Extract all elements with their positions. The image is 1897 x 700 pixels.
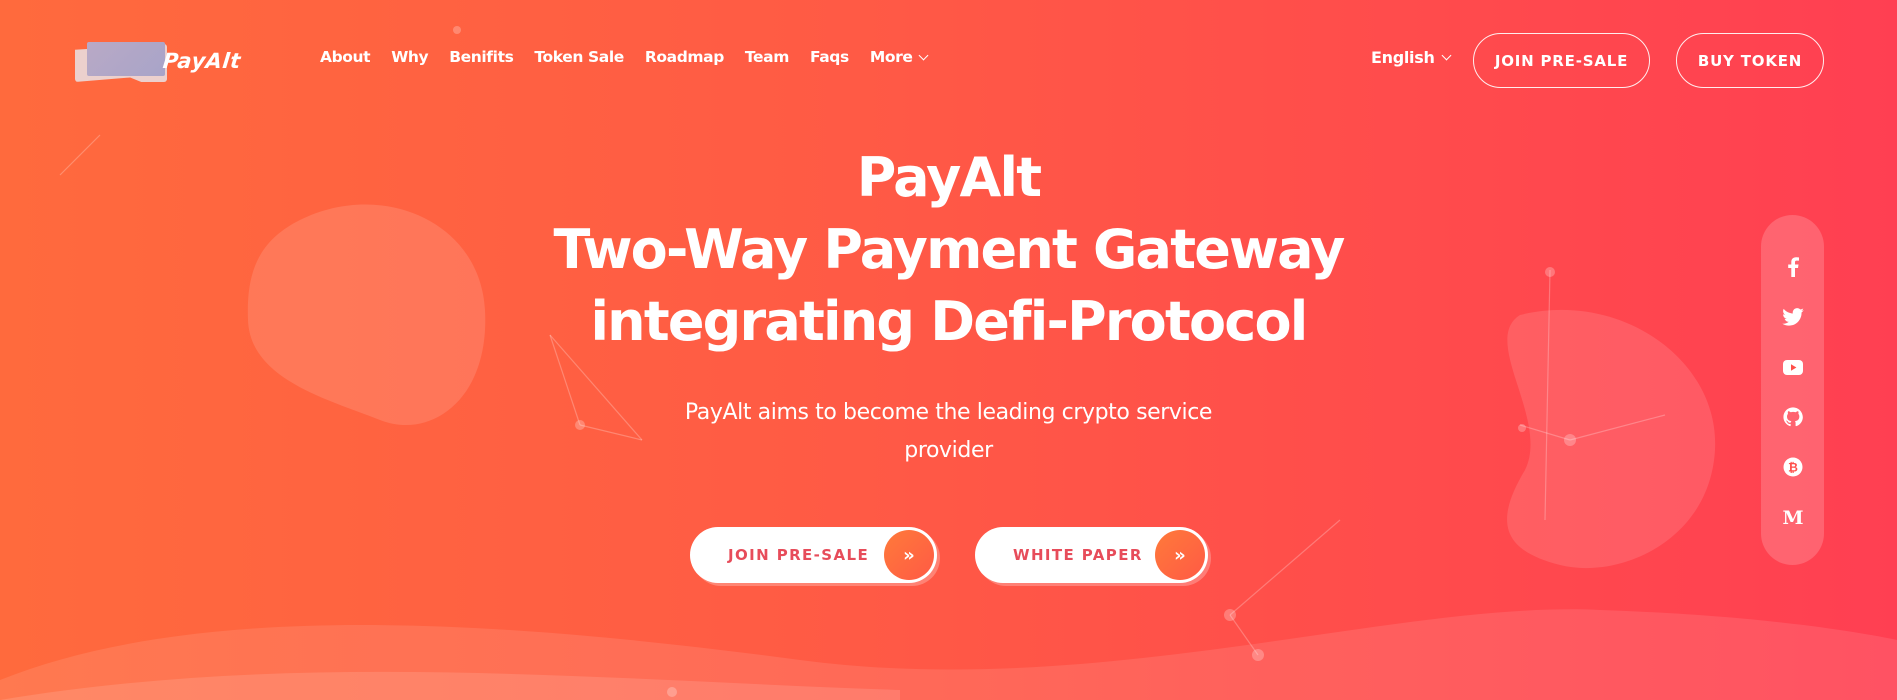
hero-join-presale-button[interactable]: JOIN PRE-SALE »	[690, 527, 937, 583]
logo-mark-icon	[75, 36, 171, 86]
social-links: ₿ M	[1761, 215, 1824, 565]
nav-token-sale[interactable]: Token Sale	[534, 48, 624, 66]
nav-benefits[interactable]: Benifits	[449, 48, 514, 66]
hero-title-line-3: integrating Defi-Protocol	[590, 290, 1308, 353]
hero-subtitle-line-2: provider	[904, 438, 993, 463]
double-chevron-right-icon: »	[884, 530, 934, 580]
nav-why[interactable]: Why	[391, 48, 428, 66]
nav-roadmap[interactable]: Roadmap	[645, 48, 724, 66]
white-paper-button[interactable]: WHITE PAPER »	[975, 527, 1208, 583]
brand-logo[interactable]: PayAlt	[75, 36, 293, 86]
hero-title-line-2: Two-Way Payment Gateway	[553, 218, 1345, 281]
nav-about[interactable]: About	[320, 48, 371, 66]
github-icon[interactable]	[1781, 405, 1805, 429]
language-label: English	[1371, 48, 1435, 67]
nav-faqs[interactable]: Faqs	[810, 48, 849, 66]
hero-subtitle-line-1: PayAlt aims to become the leading crypto…	[684, 400, 1213, 425]
nav-more-label: More	[869, 48, 913, 66]
twitter-icon[interactable]	[1781, 305, 1805, 329]
nav-team[interactable]: Team	[745, 48, 789, 66]
svg-text:M: M	[1782, 508, 1803, 526]
hero-title: PayAlt Two-Way Payment Gateway integrati…	[0, 142, 1897, 358]
double-chevron-right-icon: »	[1155, 530, 1205, 580]
hero-title-line-1: PayAlt	[856, 146, 1042, 209]
facebook-icon[interactable]	[1781, 255, 1805, 279]
main-nav: About Why Benifits Token Sale Roadmap Te…	[320, 48, 948, 66]
bitcoin-icon[interactable]: ₿	[1781, 455, 1805, 479]
buy-token-button[interactable]: BUY TOKEN	[1676, 33, 1824, 88]
hero-join-presale-label: JOIN PRE-SALE	[728, 546, 870, 564]
nav-more[interactable]: More	[869, 48, 929, 66]
join-presale-button[interactable]: JOIN PRE-SALE	[1473, 33, 1650, 88]
brand-name: PayAlt	[161, 49, 243, 73]
svg-text:₿: ₿	[1788, 461, 1798, 475]
chevron-down-icon	[1441, 50, 1452, 61]
site-header: PayAlt About Why Benifits Token Sale Roa…	[0, 0, 1897, 120]
white-paper-label: WHITE PAPER	[1013, 546, 1143, 564]
hero-subtitle: PayAlt aims to become the leading crypto…	[0, 394, 1897, 470]
medium-icon[interactable]: M	[1781, 505, 1805, 529]
language-selector[interactable]: English	[1371, 48, 1452, 67]
youtube-icon[interactable]	[1781, 355, 1805, 379]
chevron-down-icon	[919, 50, 929, 60]
